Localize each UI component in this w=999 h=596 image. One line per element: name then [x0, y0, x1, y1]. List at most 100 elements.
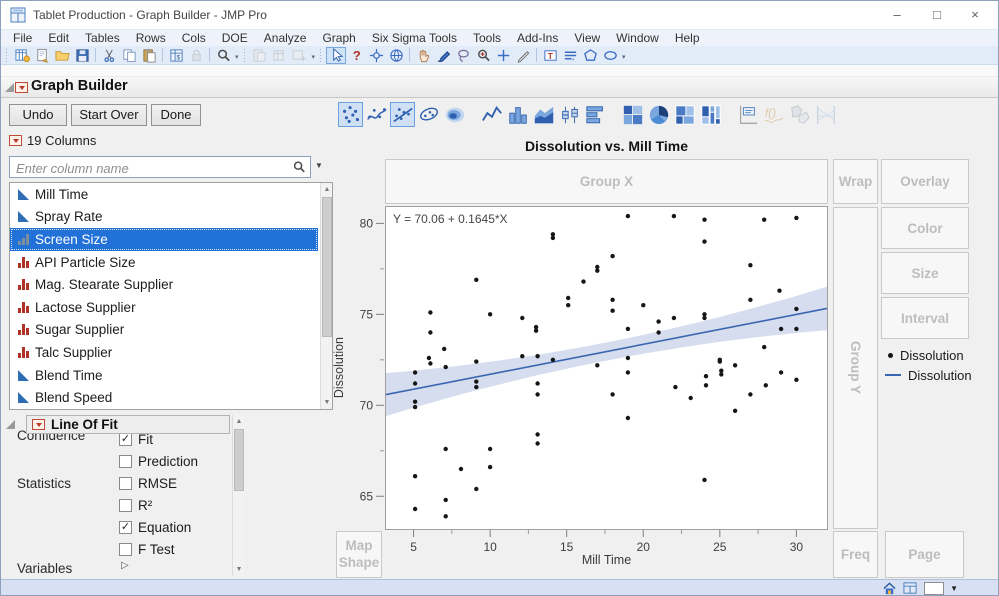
data-point[interactable]	[764, 383, 768, 387]
data-point[interactable]	[444, 514, 448, 518]
data-point[interactable]	[413, 400, 417, 404]
data-point[interactable]	[702, 218, 706, 222]
copy-icon[interactable]	[119, 47, 139, 64]
close-button[interactable]: ×	[956, 1, 994, 29]
data-point[interactable]	[595, 363, 599, 367]
palette-points-icon[interactable]	[338, 102, 363, 127]
data-point[interactable]	[566, 296, 570, 300]
menu-tables[interactable]: Tables	[77, 30, 128, 46]
data-point[interactable]	[794, 216, 798, 220]
fit-option-prediction[interactable]: Prediction	[119, 454, 198, 469]
data-point[interactable]	[413, 370, 417, 374]
data-point[interactable]	[474, 359, 478, 363]
data-point[interactable]	[779, 327, 783, 331]
data-point[interactable]	[641, 303, 645, 307]
data-point[interactable]	[762, 218, 766, 222]
cut-icon[interactable]	[99, 47, 119, 64]
palette-box-plot-icon[interactable]	[557, 102, 582, 127]
column-item-lactose-supplier[interactable]: Lactose Supplier	[10, 296, 318, 319]
data-point[interactable]	[626, 327, 630, 331]
palette-contour-icon[interactable]	[442, 102, 467, 127]
menu-view[interactable]: View	[566, 30, 608, 46]
data-point[interactable]	[535, 432, 539, 436]
menu-add-ins[interactable]: Add-Ins	[509, 30, 566, 46]
palette-pie-icon[interactable]	[646, 102, 671, 127]
palette-line-icon[interactable]	[479, 102, 504, 127]
column-item-screen-size[interactable]: Screen Size	[10, 228, 318, 251]
data-point[interactable]	[488, 312, 492, 316]
textbox-icon[interactable]: T	[540, 47, 560, 64]
data-point[interactable]	[702, 316, 706, 320]
disclosure-open-icon[interactable]	[5, 83, 14, 92]
minimize-button[interactable]: –	[878, 1, 916, 29]
data-point[interactable]	[626, 214, 630, 218]
scatter-plot[interactable]: Y = 70.06 + 0.1645*X	[385, 206, 828, 530]
data-point[interactable]	[672, 316, 676, 320]
zoom-in-icon[interactable]	[473, 47, 493, 64]
data-point[interactable]	[704, 383, 708, 387]
arrow-cursor-icon[interactable]	[326, 47, 346, 64]
data-point[interactable]	[702, 478, 706, 482]
fit-option-equation[interactable]: ✓Equation	[119, 520, 191, 535]
new-script-icon[interactable]	[32, 47, 52, 64]
fit-panel-scrollbar[interactable]: ▲ ▼	[232, 415, 245, 576]
toolbar-grip[interactable]	[244, 49, 247, 62]
window-thumbnail-box[interactable]	[924, 582, 944, 595]
toolbar-overflow-icon[interactable]: ▾	[622, 53, 626, 61]
menu-rows[interactable]: Rows	[128, 30, 174, 46]
data-point[interactable]	[459, 467, 463, 471]
data-point[interactable]	[474, 487, 478, 491]
data-point[interactable]	[626, 370, 630, 374]
pencil-icon[interactable]	[513, 47, 533, 64]
data-point[interactable]	[689, 396, 693, 400]
palette-treemap-icon[interactable]	[672, 102, 697, 127]
palette-bar-h-icon[interactable]	[583, 102, 608, 127]
fit-disclosure-open-icon[interactable]	[6, 420, 15, 429]
scrollbar-thumb[interactable]	[234, 429, 244, 491]
oval-icon[interactable]	[600, 47, 620, 64]
data-point[interactable]	[534, 329, 538, 333]
fit-option-r-[interactable]: R²	[119, 498, 152, 513]
menu-analyze[interactable]: Analyze	[256, 30, 315, 46]
variables-expand-icon[interactable]: ▷	[121, 560, 129, 571]
help-icon[interactable]: ?	[346, 47, 366, 64]
data-point[interactable]	[474, 379, 478, 383]
y-axis[interactable]: 65707580	[347, 206, 385, 530]
data-point[interactable]	[762, 345, 766, 349]
data-point[interactable]	[444, 365, 448, 369]
data-point[interactable]	[702, 239, 706, 243]
new-data-table-icon[interactable]	[12, 47, 32, 64]
palette-mosaic-icon[interactable]	[698, 102, 723, 127]
menu-doe[interactable]: DOE	[214, 30, 256, 46]
window-manager-icon[interactable]	[903, 581, 918, 596]
palette-caption-box-icon[interactable]	[735, 102, 760, 127]
data-point[interactable]	[610, 298, 614, 302]
scroll-up-icon[interactable]: ▲	[233, 415, 245, 428]
menu-help[interactable]: Help	[667, 30, 708, 46]
drop-zone-color[interactable]: Color	[881, 207, 969, 249]
data-point[interactable]	[444, 447, 448, 451]
open-icon[interactable]	[52, 47, 72, 64]
data-point[interactable]	[656, 330, 660, 334]
start-over-button[interactable]: Start Over	[71, 104, 147, 126]
done-button[interactable]: Done	[151, 104, 201, 126]
data-point[interactable]	[535, 441, 539, 445]
palette-bar-icon[interactable]	[505, 102, 530, 127]
data-point[interactable]	[535, 381, 539, 385]
toolbar-grip[interactable]	[320, 49, 323, 62]
data-point[interactable]	[610, 309, 614, 313]
data-point[interactable]	[794, 378, 798, 382]
columns-red-triangle-icon[interactable]	[9, 135, 22, 146]
brush-icon[interactable]	[386, 47, 406, 64]
paintbrush-icon[interactable]	[433, 47, 453, 64]
fit-option-fit[interactable]: ✓Fit	[119, 432, 153, 447]
fit-option-rmse[interactable]: RMSE	[119, 476, 177, 491]
data-point[interactable]	[581, 279, 585, 283]
crosshair-icon[interactable]	[366, 47, 386, 64]
data-point[interactable]	[595, 269, 599, 273]
drop-zone-page[interactable]: Page	[885, 531, 964, 578]
data-point[interactable]	[474, 278, 478, 282]
menu-edit[interactable]: Edit	[40, 30, 77, 46]
data-point[interactable]	[444, 498, 448, 502]
column-search-input[interactable]	[14, 159, 288, 177]
